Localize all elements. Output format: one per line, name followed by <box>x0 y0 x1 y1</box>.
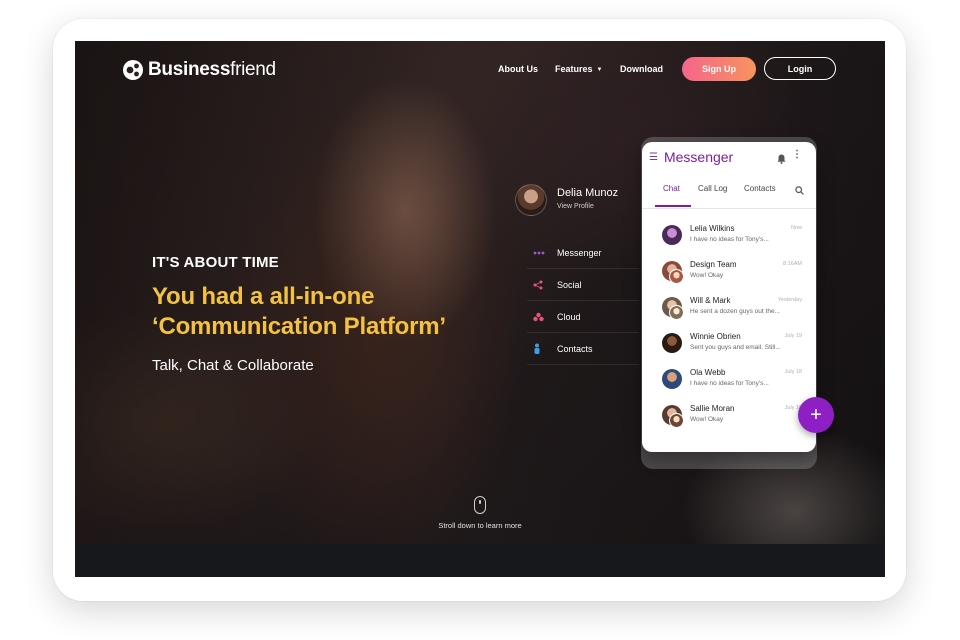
brand-logo[interactable]: Businessfriend <box>122 59 276 81</box>
nav-features[interactable]: Features ▼ <box>555 64 602 74</box>
chat-item[interactable]: Ola Webb I have no ideas for Tony's... J… <box>642 362 816 398</box>
dots-icon <box>533 250 553 256</box>
screen: Businessfriend About Us Features ▼ Downlo… <box>75 41 885 577</box>
tab-chat[interactable]: Chat <box>663 184 680 193</box>
messenger-panel: ☰ Messenger ⋮ Chat Call Log Contacts Lel… <box>642 142 816 452</box>
view-profile-link[interactable]: View Profile <box>557 203 594 210</box>
chat-item[interactable]: Sallie Moran Wow! Okay July 16 <box>642 398 816 434</box>
tab-contacts[interactable]: Contacts <box>744 184 776 193</box>
chat-item[interactable]: Will & Mark He sent a dozen guys out the… <box>642 290 816 326</box>
more-vert-icon[interactable]: ⋮ <box>792 149 802 160</box>
bell-icon[interactable] <box>777 151 786 169</box>
chevron-down-icon: ▼ <box>596 67 603 73</box>
brand-name: Businessfriend <box>148 59 276 80</box>
menu-item-contacts[interactable]: Contacts <box>527 333 639 365</box>
footer-strip <box>75 544 885 577</box>
avatar <box>662 333 682 353</box>
person-icon <box>533 343 553 354</box>
plus-icon: + <box>810 403 822 426</box>
profile-name: Delia Munoz <box>557 187 619 199</box>
cloud-icon <box>533 312 553 322</box>
avatar <box>662 369 682 389</box>
chat-item[interactable]: Winnie Obrien Sent you guys and email. S… <box>642 326 816 362</box>
signup-button[interactable]: Sign Up <box>682 57 756 81</box>
menu-item-cloud[interactable]: Cloud <box>527 301 639 333</box>
messenger-title: Messenger <box>663 149 734 165</box>
avatar <box>662 225 682 245</box>
profile-avatar[interactable] <box>515 184 547 216</box>
hero-headline: You had a all-in-one ‘Communication Plat… <box>152 282 446 342</box>
menu-item-social[interactable]: Social <box>527 269 639 301</box>
active-tab-indicator <box>655 205 691 207</box>
nav-about-us[interactable]: About Us <box>498 64 538 74</box>
hero-eyebrow: IT'S ABOUT TIME <box>152 254 279 271</box>
login-button[interactable]: Login <box>764 57 836 80</box>
menu-item-messenger[interactable]: Messenger <box>527 237 639 269</box>
side-menu: Messenger Social Cloud Contacts <box>527 237 639 365</box>
nav-download[interactable]: Download <box>620 64 663 74</box>
hero-subhead: Talk, Chat & Collaborate <box>152 357 314 374</box>
new-chat-button[interactable]: + <box>798 397 834 433</box>
hamburger-icon[interactable]: ☰ <box>649 152 658 163</box>
avatar <box>662 297 682 317</box>
hero-headline-line-1: You had a all-in-one <box>152 283 375 310</box>
messenger-tabs: Chat Call Log Contacts <box>642 172 816 209</box>
share-icon <box>533 280 553 290</box>
avatar <box>662 405 682 425</box>
avatar <box>662 261 682 281</box>
scroll-hint: Stroll down to learn more <box>438 521 522 530</box>
logo-icon <box>123 60 143 80</box>
hero-headline-line-2: ‘Communication Platform’ <box>152 313 446 340</box>
mouse-scroll-icon[interactable] <box>474 496 486 514</box>
chat-item[interactable]: Lelia Wilkins I have no ideas for Tony's… <box>642 218 816 254</box>
search-icon[interactable] <box>795 182 804 200</box>
messenger-header: ☰ Messenger ⋮ <box>642 142 816 172</box>
tab-call-log[interactable]: Call Log <box>698 184 727 193</box>
chat-item[interactable]: Design Team Wow! Okay 8:16AM <box>642 254 816 290</box>
